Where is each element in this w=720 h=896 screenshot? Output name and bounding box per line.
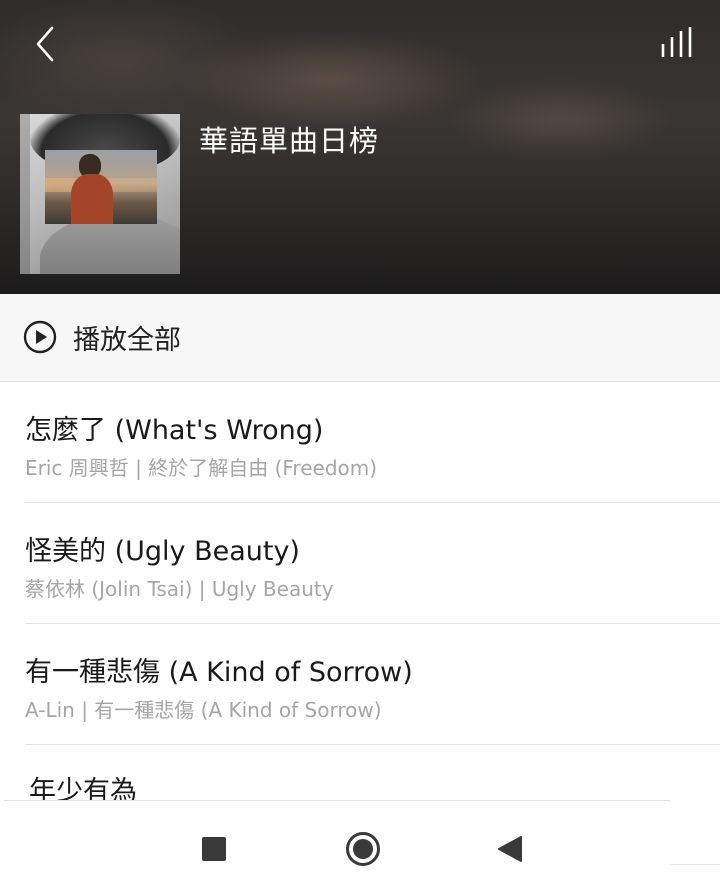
nav-divider (670, 864, 720, 865)
cover-art-jacket (71, 174, 113, 224)
song-subtitle: 蔡依林 (Jolin Tsai) | Ugly Beauty (25, 577, 334, 601)
cover-art-strip (20, 114, 30, 274)
home-circle-icon (346, 832, 380, 866)
nav-divider (4, 800, 670, 801)
page-title: 華語單曲日榜 (199, 124, 380, 158)
song-title: 怪美的 (Ugly Beauty) (25, 536, 300, 567)
triangle-back-icon (498, 836, 522, 862)
equalizer-icon (661, 27, 692, 57)
play-circle-icon (23, 320, 57, 354)
recent-apps-button[interactable] (202, 837, 226, 861)
back-button[interactable] (26, 22, 66, 66)
home-button[interactable] (345, 831, 381, 867)
chart-header: 華語單曲日榜 (0, 0, 720, 294)
album-cover[interactable] (20, 114, 180, 274)
song-subtitle: Eric 周興哲 | 終於了解自由 (Freedom) (25, 456, 378, 480)
song-row[interactable]: 怪美的 (Ugly Beauty) 蔡依林 (Jolin Tsai) | Ugl… (0, 503, 720, 624)
play-all-button[interactable]: 播放全部 (0, 294, 720, 382)
song-subtitle: A-Lin | 有一種悲傷 (A Kind of Sorrow) (25, 698, 382, 722)
system-back-button[interactable] (496, 834, 524, 864)
song-list: 怎麼了 (What's Wrong) Eric 周興哲 | 終於了解自由 (Fr… (0, 382, 720, 866)
equalizer-button[interactable] (656, 24, 698, 64)
system-nav-bar (0, 800, 720, 896)
song-title: 有一種悲傷 (A Kind of Sorrow) (25, 657, 413, 688)
cover-art-photo (45, 150, 157, 224)
song-title: 怎麼了 (What's Wrong) (25, 415, 324, 446)
song-row[interactable]: 怎麼了 (What's Wrong) Eric 周興哲 | 終於了解自由 (Fr… (0, 382, 720, 503)
play-all-label: 播放全部 (73, 325, 181, 356)
chevron-left-icon (36, 26, 54, 62)
song-row[interactable]: 有一種悲傷 (A Kind of Sorrow) A-Lin | 有一種悲傷 (… (0, 624, 720, 745)
